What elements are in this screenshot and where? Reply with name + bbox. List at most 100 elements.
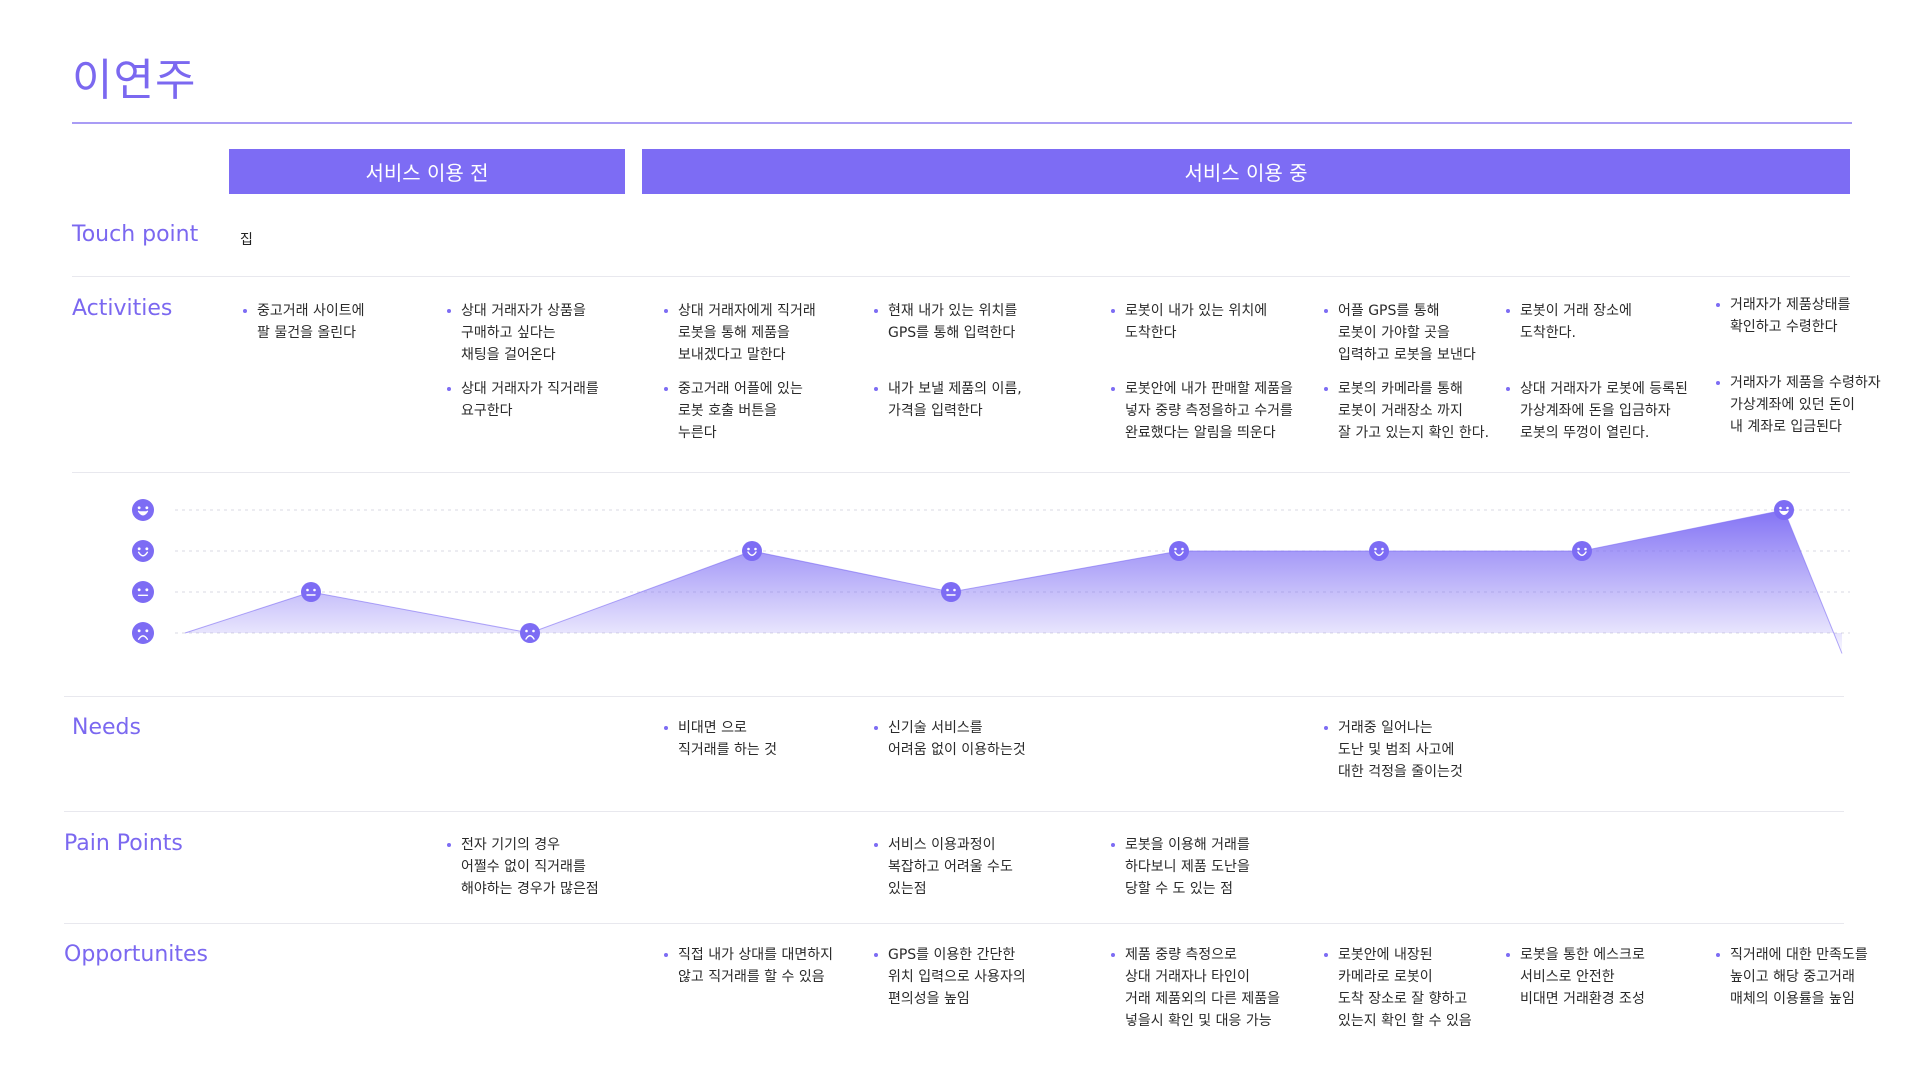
bullet-line: 도난 및 범죄 사고에: [1338, 742, 1455, 758]
bullet-line: 넣자 중량 측정을하고 수거를: [1125, 403, 1293, 419]
bullet-line: 완료했다는 알림을 띄운다: [1125, 425, 1276, 441]
bullet-line: 직거래에 대한 만족도를: [1730, 947, 1868, 963]
bullet-line: 로봇이 거래 장소에: [1520, 303, 1632, 319]
bullet-line: 어쩔수 없이 직거래를: [461, 859, 586, 875]
bullet-line: 누른다: [678, 425, 717, 441]
bullet-line: 높이고 해당 중고거래: [1730, 969, 1855, 985]
bullet-line: 중고거래 사이트에: [257, 303, 365, 319]
bullet-line: 거래중 일어나는: [1338, 720, 1433, 736]
pain-points-column: 전자 기기의 경우어쩔수 없이 직거래를해야하는 경우가 많은점: [447, 834, 599, 900]
pain-points-column: 로봇을 이용해 거래를 하다보니 제품 도난을 당할 수 도 있는 점: [1111, 834, 1250, 900]
bullet-line: 상대 거래자나 타인이: [1125, 969, 1250, 985]
bullet-line: 거래자가 제품상태를: [1730, 297, 1851, 313]
bullet-line: 전자 기기의 경우: [461, 837, 561, 853]
bullet-line: 해야하는 경우가 많은점: [461, 881, 599, 897]
bullet-item: 로봇이 거래 장소에도착한다.: [1506, 300, 1688, 344]
bullet-item: 로봇을 이용해 거래를 하다보니 제품 도난을 당할 수 도 있는 점: [1111, 834, 1250, 900]
bullet-item: 중고거래 사이트에 팔 물건을 올린다: [243, 300, 365, 344]
pain-points-column: 서비스 이용과정이 복잡하고 어려울 수도 있는점: [874, 834, 1013, 900]
bullet-line: 제품 중량 측정으로: [1125, 947, 1237, 963]
bullet-line: 상대 거래자가 직거래를: [461, 381, 599, 397]
bullet-line: 않고 직거래를 할 수 있음: [678, 969, 825, 985]
bullet-item: 로봇을 통한 에스크로 서비스로 안전한 비대면 거래환경 조성: [1506, 944, 1645, 1010]
bullet-item: 신기술 서비스를 어려움 없이 이용하는것: [874, 717, 1026, 761]
bullet-line: 가상계좌에 돈을 입금하자: [1520, 403, 1671, 419]
opportunities-column: 직거래에 대한 만족도를 높이고 해당 중고거래 매체의 이용률을 높임: [1716, 944, 1868, 1010]
emotion-point-face-icon: [742, 541, 762, 561]
bullet-line: 로봇이 거래장소 까지: [1338, 403, 1463, 419]
emotion-scale-sad-icon: [132, 622, 154, 644]
emotion-area: [185, 510, 1842, 654]
emotion-point-face-icon: [1774, 500, 1794, 520]
emotion-point-face-icon: [1369, 541, 1389, 561]
bullet-line: 비대면 으로: [678, 720, 747, 736]
emotion-point-face-icon: [301, 582, 321, 602]
bullet-line: 비대면 거래환경 조성: [1520, 991, 1645, 1007]
bullet-line: GPS를 이용한 간단한: [888, 947, 1016, 963]
row-divider: [64, 923, 1844, 924]
bullet-line: 가격을 입력한다: [888, 403, 983, 419]
bullet-item: 로봇안에 내장된 카메라로 로봇이 도착 장소로 잘 향하고 있는지 확인 할 수 있…: [1324, 944, 1472, 1032]
bullet-line: 로봇을 통해 제품을: [678, 325, 790, 341]
page-title: 이연주: [72, 55, 197, 106]
activity-column: 로봇이 거래 장소에도착한다. 상대 거래자가 로봇에 등록된가상계좌에 돈을 입…: [1506, 300, 1688, 444]
bullet-line: 넣을시 확인 및 대응 가능: [1125, 1013, 1272, 1029]
bullet-line: 중고거래 어플에 있는: [678, 381, 803, 397]
bullet-item: 현재 내가 있는 위치를 GPS를 통해 입력한다: [874, 300, 1022, 344]
bullet-line: 로봇이 내가 있는 위치에: [1125, 303, 1268, 319]
bullet-item: GPS를 이용한 간단한 위치 입력으로 사용자의 편의성을 높임: [874, 944, 1026, 1010]
bullet-line: GPS를 통해 입력한다: [888, 325, 1016, 341]
bullet-item: 어플 GPS를 통해 로봇이 가야할 곳을 입력하고 로봇을 보낸다: [1324, 300, 1489, 366]
bullet-line: 확인하고 수령한다: [1730, 319, 1838, 335]
activity-column: 중고거래 사이트에 팔 물건을 올린다: [243, 300, 365, 344]
bullet-line: 도착한다.: [1520, 325, 1576, 341]
bullet-line: 도착한다: [1125, 325, 1177, 341]
row-label-touch-point: Touch point: [72, 222, 199, 247]
bullet-item: 중고거래 어플에 있는로봇 호출 버튼을누른다: [664, 378, 816, 444]
phase-during-service: 서비스 이용 중: [642, 149, 1850, 194]
bullet-line: 거래 제품외의 다른 제품을: [1125, 991, 1281, 1007]
touch-point-value: 집: [240, 232, 253, 248]
bullet-item: 로봇안에 내가 판매할 제품을넣자 중량 측정을하고 수거를완료했다는 알림을 …: [1111, 378, 1293, 444]
title-divider: [72, 122, 1852, 124]
opportunities-column: 직접 내가 상대를 대면하지않고 직거래를 할 수 있음: [664, 944, 833, 988]
bullet-line: 직접 내가 상대를 대면하지: [678, 947, 834, 963]
bullet-item: 거래중 일어나는 도난 및 범죄 사고에 대한 걱정을 줄이는것: [1324, 717, 1463, 783]
bullet-line: 로봇 호출 버튼을: [678, 403, 778, 419]
emotion-point-face-icon: [941, 582, 961, 602]
bullet-line: 보내겠다고 말한다: [678, 347, 786, 363]
bullet-line: 하다보니 제품 도난을: [1125, 859, 1250, 875]
bullet-line: 로봇의 카메라를 통해: [1338, 381, 1463, 397]
bullet-line: 거래자가 제품을 수령하자: [1730, 375, 1881, 391]
bullet-line: 서비스 이용과정이: [888, 837, 996, 853]
needs-column: 비대면 으로직거래를 하는 것: [664, 717, 777, 761]
phase-label: 서비스 이용 중: [1184, 161, 1308, 185]
row-label-activities: Activities: [72, 296, 173, 321]
bullet-line: 상대 거래자가 상품을: [461, 303, 586, 319]
bullet-line: 복잡하고 어려울 수도: [888, 859, 1013, 875]
row-divider: [64, 696, 1844, 697]
emotion-scale-happy-icon: [132, 540, 154, 562]
bullet-line: 카메라로 로봇이: [1338, 969, 1433, 985]
bullet-item: 제품 중량 측정으로상대 거래자나 타인이거래 제품외의 다른 제품을넣을시 확…: [1111, 944, 1280, 1032]
bullet-line: 로봇안에 내가 판매할 제품을: [1125, 381, 1293, 397]
row-label-needs: Needs: [72, 715, 141, 740]
bullet-item: 상대 거래자가 상품을 구매하고 싶다는 채팅을 걸어온다: [447, 300, 599, 366]
bullet-line: 현재 내가 있는 위치를: [888, 303, 1018, 319]
bullet-line: 어려움 없이 이용하는것: [888, 742, 1026, 758]
bullet-line: 로봇의 뚜껑이 열린다.: [1520, 425, 1650, 441]
emotion-point-face-icon: [520, 623, 540, 643]
activity-column: 거래자가 제품상태를 확인하고 수령한다 거래자가 제품을 수령하자 가상계좌에 있던…: [1716, 294, 1881, 438]
phase-label: 서비스 이용 전: [365, 161, 489, 185]
bullet-line: 상대 거래자에게 직거래: [678, 303, 816, 319]
bullet-line: 직거래를 하는 것: [678, 742, 778, 758]
bullet-line: 어플 GPS를 통해: [1338, 303, 1440, 319]
bullet-line: 도착 장소로 잘 향하고: [1338, 991, 1468, 1007]
opportunities-column: 제품 중량 측정으로상대 거래자나 타인이거래 제품외의 다른 제품을넣을시 확…: [1111, 944, 1280, 1032]
bullet-line: 상대 거래자가 로봇에 등록된: [1520, 381, 1688, 397]
bullet-line: 서비스로 안전한: [1520, 969, 1615, 985]
bullet-item: 상대 거래자가 직거래를 요구한다: [447, 378, 599, 422]
row-divider: [72, 276, 1850, 277]
row-label-pain-points: Pain Points: [64, 831, 183, 856]
opportunities-column: GPS를 이용한 간단한 위치 입력으로 사용자의 편의성을 높임: [874, 944, 1026, 1010]
